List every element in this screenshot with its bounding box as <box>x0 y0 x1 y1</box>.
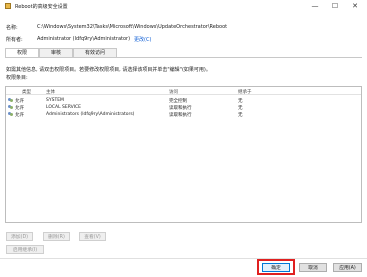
owner-change-link[interactable]: 更改(C) <box>134 36 151 43</box>
list-header: 类型 主体 访问 继承于 <box>6 87 361 95</box>
owner-value: Administrator (ldfq9ry\Administrator) <box>37 36 131 42</box>
row-principal: SYSTEM <box>46 97 64 103</box>
name-value: C:\Windows\System32\Tasks\Microsoft\Wind… <box>37 24 228 30</box>
tab-effective-access[interactable]: 有效访问 <box>73 48 117 57</box>
cancel-button[interactable]: 取消 <box>299 263 327 272</box>
table-row[interactable]: 允许 SYSTEM 完全控制 无 <box>6 97 361 104</box>
permission-entries-label: 权限条目: <box>6 75 28 81</box>
permission-entries-list[interactable]: 类型 主体 访问 继承于 允许 SYSTEM 完全控制 无 允许 LOCAL S… <box>5 86 362 223</box>
row-type: 允许 <box>15 105 24 111</box>
maximize-button[interactable]: ☐ <box>327 0 343 13</box>
row-inherited: 无 <box>238 105 243 111</box>
folder-shield-icon <box>5 3 11 9</box>
ok-button-highlight <box>257 259 295 275</box>
users-icon <box>8 97 13 102</box>
row-principal: LOCAL SERVICE <box>46 104 82 110</box>
apply-button[interactable]: 应用(A) <box>333 263 362 272</box>
minimize-button[interactable]: — <box>307 0 323 13</box>
row-access: 完全控制 <box>169 98 187 104</box>
enable-inheritance-button[interactable]: 启用继承(I) <box>6 245 44 254</box>
hint-text: 如需其他信息, 请双击权限项目。若要修改权限项目, 请选择该项目并单击"编辑"(… <box>6 67 211 73</box>
row-principal: Administrators (ldfq9ry\Administrators) <box>46 111 135 117</box>
tab-panel-divider <box>5 57 362 58</box>
table-row[interactable]: 允许 LOCAL SERVICE 读取和执行 无 <box>6 104 361 111</box>
column-access[interactable]: 访问 <box>169 89 178 95</box>
remove-button[interactable]: 删除(R) <box>43 232 70 241</box>
title-bar: Reboot的高级安全设置 — ☐ ✕ <box>0 0 367 13</box>
tab-audit[interactable]: 审核 <box>39 48 73 57</box>
row-access: 读取和执行 <box>169 105 192 111</box>
column-principal[interactable]: 主体 <box>46 89 55 95</box>
column-inherited-from[interactable]: 继承于 <box>238 89 252 95</box>
footer-divider <box>0 258 367 259</box>
row-inherited: 无 <box>238 98 243 104</box>
name-label: 名称: <box>6 25 18 31</box>
table-row[interactable]: 允许 Administrators (ldfq9ry\Administrator… <box>6 111 361 118</box>
column-type[interactable]: 类型 <box>22 89 31 95</box>
close-button[interactable]: ✕ <box>347 0 363 13</box>
row-inherited: 无 <box>238 112 243 118</box>
users-icon <box>8 104 13 109</box>
window-title: Reboot的高级安全设置 <box>15 4 68 10</box>
view-button[interactable]: 查看(V) <box>79 232 106 241</box>
row-type: 允许 <box>15 98 24 104</box>
users-icon <box>8 111 13 116</box>
owner-label: 所有者: <box>6 37 23 43</box>
row-access: 读取和执行 <box>169 112 192 118</box>
add-button[interactable]: 添加(D) <box>6 232 33 241</box>
row-type: 允许 <box>15 112 24 118</box>
